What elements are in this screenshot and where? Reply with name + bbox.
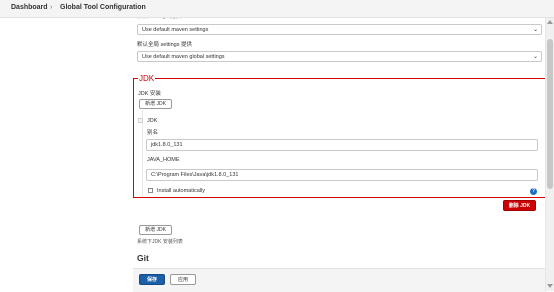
delete-jdk-button[interactable]: 删除 JDK	[503, 200, 536, 211]
install-automatically-checkbox[interactable]	[148, 188, 153, 193]
breadcrumb-current[interactable]: Global Tool Configuration	[60, 4, 146, 11]
save-button[interactable]: 保存	[139, 274, 165, 285]
scrollbar-thumb[interactable]	[547, 39, 553, 189]
vertical-scrollbar[interactable]	[545, 17, 554, 291]
jdk-list-note: 系统下JDK 安装列表	[137, 239, 183, 245]
git-section-title: Git	[137, 253, 149, 263]
maven-global-settings-value: Use default maven global settings	[142, 54, 225, 60]
chevron-down-icon: ⌄	[532, 27, 538, 33]
jdk-installations-label: JDK 安装	[138, 91, 161, 97]
maven-settings-select[interactable]: Use default maven settings ⌄	[137, 24, 542, 35]
breadcrumb-separator: ›	[50, 4, 53, 11]
jdk-name-input[interactable]: jdk1.8.0_131	[146, 139, 538, 151]
jdk-item-title: JDK	[147, 118, 158, 124]
maven-settings-value: Use default maven settings	[142, 27, 209, 33]
breadcrumb-dashboard[interactable]: Dashboard	[11, 4, 48, 11]
left-panel	[0, 0, 133, 291]
add-jdk-button-bottom[interactable]: 新增 JDK	[139, 225, 172, 235]
drag-handle-icon[interactable]	[138, 118, 143, 123]
jdk-section-title: JDK	[138, 74, 156, 83]
scroll-down-arrow-icon[interactable]	[547, 284, 553, 288]
help-icon[interactable]: ?	[530, 188, 537, 195]
chevron-down-icon: ⌄	[532, 54, 538, 60]
apply-button[interactable]: 应用	[170, 274, 196, 285]
jdk-name-label: 别名	[147, 130, 159, 136]
breadcrumb: Dashboard › Global Tool Configuration	[0, 0, 554, 18]
java-home-input[interactable]: C:\Program Files\Java\jdk1.8.0_131	[146, 169, 538, 181]
install-automatically-label: Install automatically	[157, 188, 205, 194]
maven-global-settings-select[interactable]: Use default maven global settings ⌄	[137, 51, 542, 62]
add-jdk-button-top[interactable]: 新增 JDK	[139, 99, 172, 109]
maven-global-settings-label: 默认全局 settings 提供	[137, 42, 193, 48]
scroll-up-arrow-icon[interactable]	[547, 20, 553, 24]
java-home-label: JAVA_HOME	[147, 157, 180, 163]
